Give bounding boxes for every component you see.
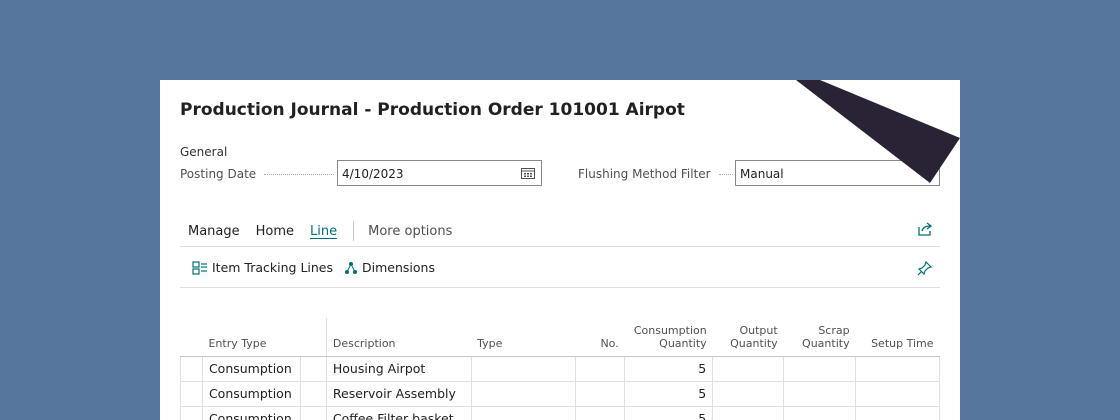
tab-more-options[interactable]: More options <box>368 224 452 239</box>
table-header-row: Entry Type Description Type No. Consumpt… <box>180 318 940 357</box>
dimensions-button[interactable]: Dimensions <box>344 260 435 275</box>
col-entry-type[interactable]: Entry Type <box>202 318 301 357</box>
cell-entry-type[interactable]: Consumption <box>201 380 301 407</box>
cell-output-quantity[interactable] <box>712 355 785 382</box>
flushing-method-label: Flushing Method Filter <box>578 167 733 181</box>
share-icon[interactable] <box>917 221 933 237</box>
posting-date-field[interactable]: 4/10/2023 <box>337 160 542 186</box>
calendar-icon[interactable] <box>521 167 535 179</box>
cell-description[interactable]: Coffee Filter basket <box>325 405 472 420</box>
dimensions-icon <box>345 261 357 274</box>
divider <box>180 287 940 288</box>
cell-scrap-quantity[interactable] <box>783 380 857 407</box>
cell-no[interactable] <box>575 380 626 407</box>
cell-consumption-quantity[interactable]: 5 <box>624 405 714 420</box>
flushing-method-value: Manual <box>740 167 784 181</box>
col-type[interactable]: Type <box>471 318 576 357</box>
col-description[interactable]: Description <box>326 318 472 357</box>
posting-date-value: 4/10/2023 <box>342 167 404 181</box>
cell-type[interactable] <box>470 405 577 420</box>
table-row[interactable]: Consumption Coffee Filter basket 5 <box>180 405 940 420</box>
posting-date-label: Posting Date <box>180 167 335 181</box>
item-tracking-lines-button[interactable]: Item Tracking Lines <box>192 260 333 275</box>
cell-description[interactable]: Reservoir Assembly <box>325 380 472 407</box>
cell-entry-type[interactable]: Consumption <box>201 355 301 382</box>
cell-entry-type[interactable]: Consumption <box>201 405 301 420</box>
cell-consumption-quantity[interactable]: 5 <box>624 380 714 407</box>
cell-setup-time[interactable] <box>855 380 940 407</box>
journal-lines-table: Entry Type Description Type No. Consumpt… <box>180 318 940 420</box>
action-tabs: Manage Home Line More options <box>188 221 468 241</box>
col-no[interactable]: No. <box>575 318 625 357</box>
general-section-label: General <box>180 145 228 159</box>
cell-no[interactable] <box>575 405 626 420</box>
cell-description[interactable]: Housing Airpot <box>325 355 472 382</box>
table-row[interactable]: Consumption Reservoir Assembly 5 <box>180 380 940 407</box>
table-row[interactable]: Consumption Housing Airpot 5 <box>180 355 940 382</box>
col-setup-time[interactable]: Setup Time <box>855 318 940 357</box>
cell-type[interactable] <box>470 355 577 382</box>
page-title: Production Journal - Production Order 10… <box>180 100 685 120</box>
cell-scrap-quantity[interactable] <box>783 405 857 420</box>
cell-type[interactable] <box>470 380 577 407</box>
cell-scrap-quantity[interactable] <box>783 355 857 382</box>
col-consumption-quantity[interactable]: Consumption Quantity <box>624 318 713 357</box>
pin-icon[interactable] <box>917 260 933 276</box>
cell-output-quantity[interactable] <box>712 380 785 407</box>
col-output-quantity[interactable]: Output Quantity <box>712 318 784 357</box>
dimensions-label: Dimensions <box>362 260 435 275</box>
cell-setup-time[interactable] <box>855 355 940 382</box>
tab-line[interactable]: Line <box>310 224 337 239</box>
item-tracking-lines-label: Item Tracking Lines <box>212 260 334 275</box>
divider <box>180 246 940 247</box>
cell-setup-time[interactable] <box>855 405 940 420</box>
cell-output-quantity[interactable] <box>712 405 785 420</box>
col-scrap-quantity[interactable]: Scrap Quantity <box>783 318 856 357</box>
item-tracking-icon <box>192 260 207 275</box>
cell-no[interactable] <box>575 355 626 382</box>
production-journal-panel: Production Journal - Production Order 10… <box>160 80 960 420</box>
tab-home[interactable]: Home <box>256 224 294 239</box>
tab-manage[interactable]: Manage <box>188 224 240 239</box>
cell-consumption-quantity[interactable]: 5 <box>624 355 714 382</box>
flushing-method-select[interactable]: Manual <box>735 160 940 186</box>
tab-separator <box>353 221 355 241</box>
